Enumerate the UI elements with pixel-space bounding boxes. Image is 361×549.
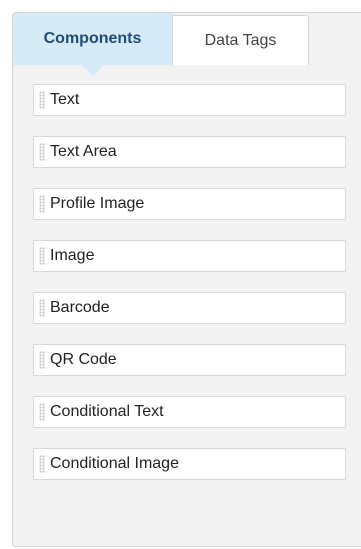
- drag-handle-icon[interactable]: [39, 351, 45, 369]
- active-tab-pointer: [82, 65, 104, 76]
- drag-handle-icon[interactable]: [39, 299, 45, 317]
- drag-handle-icon[interactable]: [39, 403, 45, 421]
- drag-handle-icon[interactable]: [39, 195, 45, 213]
- component-item-label: Image: [50, 247, 95, 264]
- component-item-profile-image[interactable]: Profile Image: [33, 188, 346, 220]
- component-item-text-area[interactable]: Text Area: [33, 136, 346, 168]
- component-item-label: Conditional Image: [50, 455, 179, 472]
- drag-handle-icon[interactable]: [39, 455, 45, 473]
- component-item-label: Conditional Text: [50, 403, 164, 420]
- component-list: Text Text Area Profile Image Image Barco…: [33, 84, 346, 500]
- component-item-label: QR Code: [50, 351, 117, 368]
- drag-handle-icon[interactable]: [39, 91, 45, 109]
- tab-bar: Components Data Tags: [13, 13, 361, 76]
- component-item-label: Barcode: [50, 299, 110, 316]
- component-item-qr-code[interactable]: QR Code: [33, 344, 346, 376]
- component-item-text[interactable]: Text: [33, 84, 346, 116]
- drag-handle-icon[interactable]: [39, 247, 45, 265]
- component-item-barcode[interactable]: Barcode: [33, 292, 346, 324]
- tab-data-tags[interactable]: Data Tags: [172, 15, 309, 65]
- tab-components-label: Components: [43, 30, 142, 47]
- component-item-conditional-image[interactable]: Conditional Image: [33, 448, 346, 480]
- drag-handle-icon[interactable]: [39, 143, 45, 161]
- component-item-label: Text: [50, 91, 80, 108]
- component-item-label: Text Area: [50, 143, 117, 160]
- tab-components[interactable]: Components: [13, 13, 172, 76]
- component-item-conditional-text[interactable]: Conditional Text: [33, 396, 346, 428]
- components-panel: Components Data Tags Text Text Area Prof…: [12, 12, 361, 547]
- component-item-image[interactable]: Image: [33, 240, 346, 272]
- tab-data-tags-label: Data Tags: [204, 31, 277, 49]
- component-item-label: Profile Image: [50, 195, 145, 212]
